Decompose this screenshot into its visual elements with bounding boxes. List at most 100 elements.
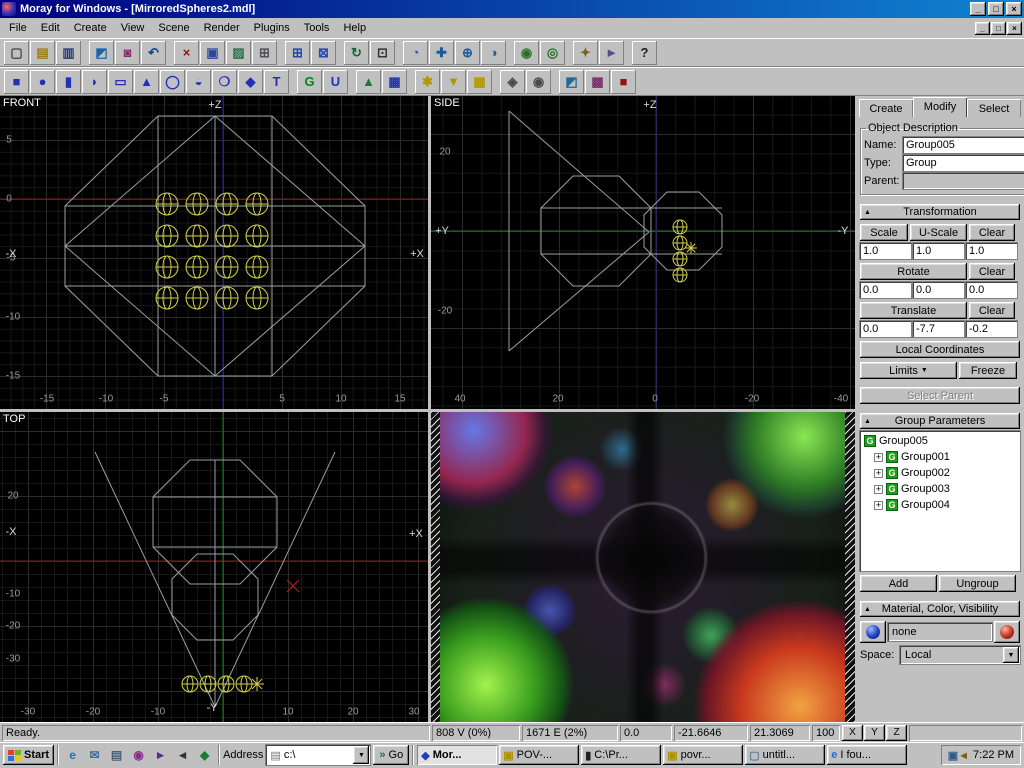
scale-x-input[interactable] [860, 243, 911, 259]
primitive-torus-button[interactable]: ◯ [160, 70, 185, 94]
tree-item[interactable]: +GGroup003 [861, 481, 1019, 497]
volume-tray-icon[interactable]: ◄ [958, 750, 969, 762]
material-editor-button[interactable]: ◙ [115, 41, 140, 65]
viewport-side[interactable]: SIDE 20-2040200-20-40+Z+Y-Y [431, 96, 855, 409]
primitive-sor-button[interactable]: ◆ [238, 70, 263, 94]
material-preview-button[interactable] [860, 621, 886, 643]
delete-button[interactable]: × [174, 41, 199, 65]
paste-button[interactable]: ▨ [226, 41, 251, 65]
rotate-button[interactable]: Rotate [860, 263, 967, 280]
task-moray[interactable]: ◆Mor... [417, 745, 497, 765]
primitive-cylinder-button[interactable]: ▮ [56, 70, 81, 94]
primitive-ellipsoid-button[interactable]: ◗ [82, 70, 107, 94]
zoom-extents-button[interactable]: ⊡ [370, 41, 395, 65]
material-name-field[interactable]: none [888, 623, 992, 641]
ungroup-button[interactable]: Ungroup [939, 575, 1016, 592]
bezier-patch-button[interactable]: ▦ [382, 70, 407, 94]
menu-item-view[interactable]: View [114, 19, 152, 37]
material-library-button[interactable]: ▩ [585, 70, 610, 94]
add-button[interactable]: Add [860, 575, 937, 592]
tree-expander-icon[interactable]: + [874, 453, 883, 462]
local-coordinates-button[interactable]: Local Coordinates [860, 341, 1020, 358]
primitive-disc-button[interactable]: ◒ [186, 70, 211, 94]
minimize-button[interactable]: _ [970, 2, 986, 16]
menu-item-plugins[interactable]: Plugins [247, 19, 297, 37]
axis-x-button[interactable]: X [842, 725, 863, 741]
tab-select[interactable]: Select [967, 99, 1021, 117]
group-parameters-header[interactable]: ▲ Group Parameters [860, 413, 1020, 429]
menu-item-render[interactable]: Render [197, 19, 247, 37]
rotate-z-input[interactable] [966, 282, 1017, 298]
csg-union-button[interactable]: U [323, 70, 348, 94]
area-light-button[interactable]: ▦ [467, 70, 492, 94]
viewport-render[interactable] [431, 412, 855, 722]
scale-button[interactable]: Scale [860, 224, 908, 241]
stop-render-button[interactable]: ■ [611, 70, 636, 94]
animation-button[interactable]: ► [599, 41, 624, 65]
go-button[interactable]: » Go [373, 745, 409, 765]
mdi-close-button[interactable]: × [1007, 22, 1022, 35]
uscale-button[interactable]: U-Scale [910, 224, 967, 241]
transformation-header[interactable]: ▲ Transformation [860, 204, 1020, 220]
primitive-text-button[interactable]: T [264, 70, 289, 94]
primitive-box-button[interactable]: ■ [4, 70, 29, 94]
orbit-view-button[interactable]: ◔ [403, 41, 428, 65]
outlook-express-launch-button[interactable]: ✉ [84, 745, 105, 765]
show-desktop-button[interactable]: ▤ [106, 745, 127, 765]
primitive-blob-button[interactable]: ❍ [212, 70, 237, 94]
primitive-sphere-button[interactable]: ● [30, 70, 55, 94]
rotate-clear-button[interactable]: Clear [969, 263, 1015, 280]
menu-item-create[interactable]: Create [67, 19, 114, 37]
translate-button[interactable]: Translate [860, 302, 967, 319]
menu-item-edit[interactable]: Edit [34, 19, 67, 37]
scale-clear-button[interactable]: Clear [969, 224, 1015, 241]
copy-button[interactable]: ▣ [200, 41, 225, 65]
start-button[interactable]: Start [3, 745, 54, 765]
tree-expander-icon[interactable]: + [874, 501, 883, 510]
tree-expander-icon[interactable]: + [874, 469, 883, 478]
tab-create[interactable]: Create [859, 99, 913, 117]
name-input[interactable] [903, 137, 1024, 153]
viewport-top[interactable]: TOP 20-10-20-30-30-20-10102030-X+X-Y [0, 412, 428, 722]
freeze-button[interactable]: Freeze [959, 362, 1017, 379]
render-scene-button[interactable]: ◉ [514, 41, 539, 65]
address-combo[interactable]: ▤ c:\ ▼ [266, 745, 370, 765]
task-dos-prompt[interactable]: ▮C:\Pr... [581, 745, 661, 765]
open-file-button[interactable]: ▤ [30, 41, 55, 65]
space-dropdown-icon[interactable]: ▼ [1003, 647, 1019, 663]
tree-expander-icon[interactable]: + [874, 485, 883, 494]
tree-item[interactable]: +GGroup001 [861, 449, 1019, 465]
translate-clear-button[interactable]: Clear [969, 302, 1015, 319]
tree-item[interactable]: +GGroup002 [861, 465, 1019, 481]
render-preview-button[interactable]: ◩ [89, 41, 114, 65]
udo-import-button[interactable]: ◈ [500, 70, 525, 94]
menu-item-scene[interactable]: Scene [151, 19, 196, 37]
translate-x-input[interactable] [860, 321, 911, 337]
plugins-toolbar-button[interactable]: ✦ [573, 41, 598, 65]
volume-launch-button[interactable]: ◄ [172, 745, 193, 765]
menu-item-help[interactable]: Help [336, 19, 373, 37]
save-file-button[interactable]: ▥ [56, 41, 81, 65]
dolly-view-button[interactable]: ◑ [481, 41, 506, 65]
viewport-front[interactable]: FRONT 50-5-10-15-15-10-551015+Z-X+X [0, 96, 428, 409]
snap-to-grid-button[interactable]: ⊞ [285, 41, 310, 65]
display-tray-icon[interactable]: ▣ [948, 750, 958, 762]
grid-visible-button[interactable]: ⊠ [311, 41, 336, 65]
primitive-cone-button[interactable]: ▲ [134, 70, 159, 94]
task-untitled[interactable]: ▢untitl... [745, 745, 825, 765]
heightfield-button[interactable]: ▲ [356, 70, 381, 94]
camera-button[interactable]: ◉ [526, 70, 551, 94]
material-header[interactable]: ▲ Material, Color, Visibility [860, 601, 1020, 617]
undo-button[interactable]: ↶ [141, 41, 166, 65]
raytrace-scene-button[interactable]: ◩ [559, 70, 584, 94]
group-tree[interactable]: GGroup005+GGroup001+GGroup002+GGroup003+… [860, 431, 1020, 571]
mdi-restore-button[interactable]: □ [991, 22, 1006, 35]
close-button[interactable]: × [1006, 2, 1022, 16]
menu-item-tools[interactable]: Tools [297, 19, 337, 37]
tree-item[interactable]: +GGroup004 [861, 497, 1019, 513]
new-file-button[interactable]: ▢ [4, 41, 29, 65]
rotate-x-input[interactable] [860, 282, 911, 298]
scale-z-input[interactable] [966, 243, 1017, 259]
material-color-button[interactable] [994, 621, 1020, 643]
axis-y-button[interactable]: Y [864, 725, 885, 741]
